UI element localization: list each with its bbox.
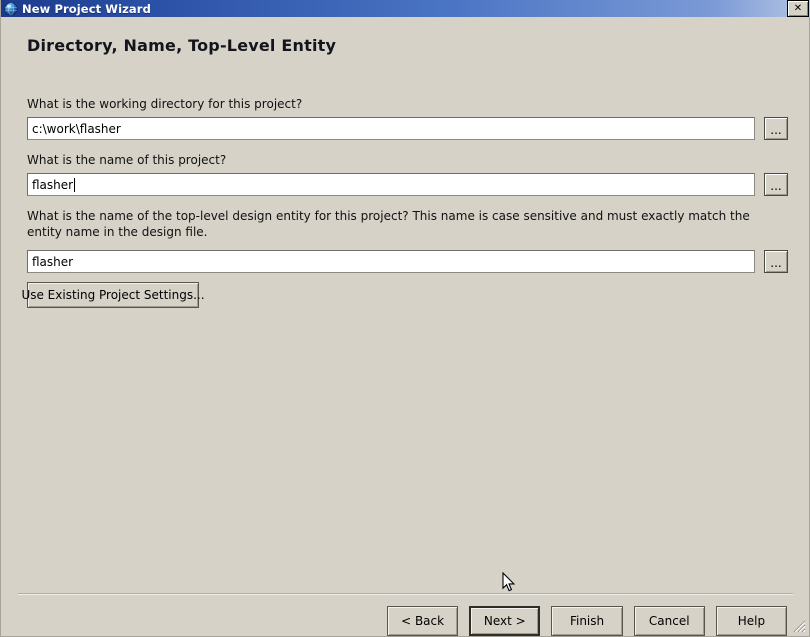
working-directory-input[interactable]: c:\work\flasher (27, 117, 755, 140)
finish-button[interactable]: Finish (551, 606, 623, 636)
close-icon[interactable]: ✕ (787, 0, 809, 17)
cancel-button[interactable]: Cancel (633, 606, 705, 636)
globe-icon (4, 2, 18, 16)
page-title: Directory, Name, Top-Level Entity (27, 36, 337, 55)
project-name-input[interactable]: flasher (27, 173, 755, 196)
top-level-entity-browse-button[interactable]: ... (764, 250, 788, 273)
project-name-value: flasher (32, 177, 74, 192)
project-name-browse-button[interactable]: ... (764, 173, 788, 196)
resize-grip[interactable] (792, 619, 806, 633)
footer-separator (18, 593, 793, 595)
use-existing-project-settings-button[interactable]: Use Existing Project Settings... (21, 282, 205, 308)
help-button[interactable]: Help (715, 606, 788, 636)
text-caret (74, 177, 76, 192)
title-bar[interactable]: New Project Wizard ✕ (1, 0, 810, 17)
wizard-navigation-buttons: < Back Next > Finish Cancel Help (387, 606, 788, 636)
top-level-entity-value: flasher (32, 254, 74, 269)
back-button[interactable]: < Back (387, 606, 459, 636)
next-button[interactable]: Next > (469, 606, 541, 636)
working-directory-value: c:\work\flasher (32, 121, 121, 136)
top-level-entity-question: What is the name of the top-level design… (27, 209, 750, 239)
wizard-content-panel: Directory, Name, Top-Level Entity What i… (2, 18, 808, 636)
working-directory-row: c:\work\flasher ... (27, 117, 788, 140)
top-level-entity-input[interactable]: flasher (27, 250, 755, 273)
top-level-entity-row: flasher ... (27, 250, 788, 273)
window-title: New Project Wizard (22, 1, 151, 16)
project-name-row: flasher ... (27, 173, 788, 196)
working-directory-browse-button[interactable]: ... (764, 117, 788, 140)
new-project-wizard-window: New Project Wizard ✕ Directory, Name, To… (0, 0, 810, 637)
project-name-question: What is the name of this project? (27, 153, 227, 167)
working-directory-question: What is the working directory for this p… (27, 97, 303, 111)
